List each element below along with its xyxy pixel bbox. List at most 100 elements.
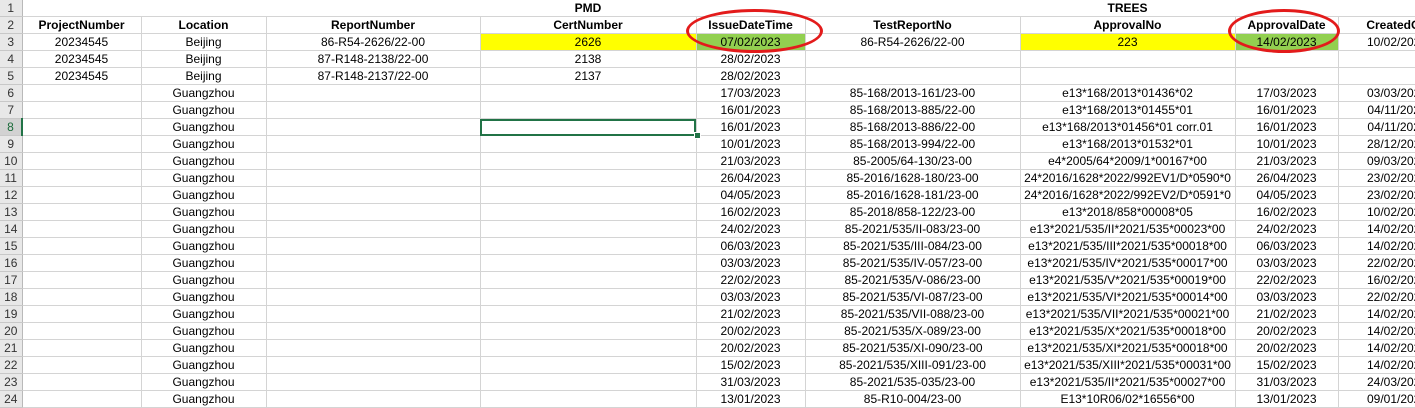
cell[interactable]: 14/02/2023: [1338, 356, 1415, 374]
cell[interactable]: [141, 0, 266, 17]
cell[interactable]: Guangzhou: [141, 356, 267, 374]
cell[interactable]: Guangzhou: [141, 203, 267, 221]
cell[interactable]: [266, 305, 481, 323]
row-header[interactable]: 14: [0, 220, 23, 238]
cell[interactable]: E13*10R06/02*16556*00: [1020, 390, 1236, 408]
cell[interactable]: [266, 271, 481, 289]
cell[interactable]: [805, 67, 1021, 85]
header-report-number[interactable]: ReportNumber: [266, 16, 481, 34]
cell[interactable]: [266, 152, 481, 170]
cell[interactable]: 20/02/2023: [1235, 339, 1339, 357]
row-header[interactable]: 16: [0, 254, 23, 272]
cell[interactable]: 06/03/2023: [1235, 237, 1339, 255]
cell[interactable]: [22, 271, 142, 289]
row-header[interactable]: 8: [0, 118, 23, 136]
cell[interactable]: e13*168/2013*01436*02: [1020, 84, 1236, 102]
cell[interactable]: [1235, 50, 1339, 68]
cell[interactable]: 15/02/2023: [696, 356, 806, 374]
cell[interactable]: [480, 203, 697, 221]
row-header[interactable]: 17: [0, 271, 23, 289]
cell[interactable]: Guangzhou: [141, 288, 267, 306]
row-header[interactable]: 10: [0, 152, 23, 170]
cell[interactable]: 85-168/2013-994/22-00: [805, 135, 1021, 153]
cell[interactable]: e13*2021/535/VI*2021/535*00014*00: [1020, 288, 1236, 306]
cell[interactable]: 26/04/2023: [1235, 169, 1339, 187]
cell[interactable]: e13*2021/535/VII*2021/535*00021*00: [1020, 305, 1236, 323]
cell[interactable]: 223: [1020, 33, 1236, 51]
cell[interactable]: [22, 237, 142, 255]
cell[interactable]: 24/02/2023: [696, 220, 806, 238]
cell[interactable]: 85-2021/535/VII-088/23-00: [805, 305, 1021, 323]
cell[interactable]: 87-R148-2138/22-00: [266, 50, 481, 68]
cell[interactable]: 21/03/2023: [696, 152, 806, 170]
cell[interactable]: 16/02/2023: [1235, 203, 1339, 221]
row-header[interactable]: 11: [0, 169, 23, 187]
row-header[interactable]: 5: [0, 67, 23, 85]
cell[interactable]: [266, 0, 480, 17]
cell[interactable]: 09/01/2023: [1338, 390, 1415, 408]
row-header[interactable]: 13: [0, 203, 23, 221]
row-header[interactable]: 22: [0, 356, 23, 374]
cell[interactable]: 10/01/2023: [1235, 135, 1339, 153]
cell[interactable]: [1020, 50, 1236, 68]
cell[interactable]: [266, 356, 481, 374]
cell[interactable]: 2138: [480, 50, 697, 68]
cell[interactable]: Beijing: [141, 67, 267, 85]
row-header[interactable]: 21: [0, 339, 23, 357]
cell[interactable]: [480, 373, 697, 391]
cell[interactable]: 20/02/2023: [696, 322, 806, 340]
cell[interactable]: 03/03/2023: [696, 254, 806, 272]
cell[interactable]: 17/03/2023: [1235, 84, 1339, 102]
cell[interactable]: [266, 186, 481, 204]
cell[interactable]: 85-2021/535/IV-057/23-00: [805, 254, 1021, 272]
cell[interactable]: 20234545: [22, 50, 142, 68]
cell[interactable]: 24/02/2023: [1235, 220, 1339, 238]
cell[interactable]: Guangzhou: [141, 390, 267, 408]
cell[interactable]: [22, 169, 142, 187]
row-header[interactable]: 6: [0, 84, 23, 102]
cell[interactable]: e13*2021/535/V*2021/535*00019*00: [1020, 271, 1236, 289]
cell[interactable]: 23/02/2023: [1338, 186, 1415, 204]
cell[interactable]: 13/01/2023: [696, 390, 806, 408]
cell[interactable]: e13*2021/535/II*2021/535*00023*00: [1020, 220, 1236, 238]
cell[interactable]: e4*2005/64*2009/1*00167*00: [1020, 152, 1236, 170]
cell[interactable]: Guangzhou: [141, 305, 267, 323]
cell[interactable]: [266, 322, 481, 340]
cell[interactable]: e13*168/2013*01456*01 corr.01: [1020, 118, 1236, 136]
cell[interactable]: 85-2021/535-035/23-00: [805, 373, 1021, 391]
cell[interactable]: [480, 101, 697, 119]
cell[interactable]: [266, 339, 481, 357]
cell[interactable]: Beijing: [141, 50, 267, 68]
cell[interactable]: 85-2016/1628-180/23-00: [805, 169, 1021, 187]
cell[interactable]: Guangzhou: [141, 254, 267, 272]
group-title-pmd[interactable]: PMD: [480, 0, 696, 17]
cell[interactable]: 16/01/2023: [1235, 118, 1339, 136]
row-header[interactable]: 15: [0, 237, 23, 255]
cell[interactable]: [22, 152, 142, 170]
cell[interactable]: 16/02/2023: [696, 203, 806, 221]
cell[interactable]: 87-R148-2137/22-00: [266, 67, 481, 85]
cell[interactable]: [22, 135, 142, 153]
cell[interactable]: 03/03/2023: [1338, 84, 1415, 102]
cell[interactable]: 20234545: [22, 67, 142, 85]
cell[interactable]: 26/04/2023: [696, 169, 806, 187]
cell[interactable]: Guangzhou: [141, 152, 267, 170]
cell[interactable]: Guangzhou: [141, 186, 267, 204]
cell[interactable]: [1338, 67, 1415, 85]
cell[interactable]: 85-R10-004/23-00: [805, 390, 1021, 408]
cell[interactable]: [266, 84, 481, 102]
cell[interactable]: 24/03/2023: [1338, 373, 1415, 391]
cell[interactable]: [266, 373, 481, 391]
cell[interactable]: 85-2021/535/II-083/23-00: [805, 220, 1021, 238]
cell[interactable]: [22, 186, 142, 204]
spreadsheet-grid[interactable]: 1 PMD TREES 2 ProjectNumber Location Rep…: [0, 0, 1415, 408]
cell[interactable]: 85-2021/535/XIII-091/23-00: [805, 356, 1021, 374]
cell[interactable]: 20234545: [22, 33, 142, 51]
cell[interactable]: e13*2021/535/X*2021/535*00018*00: [1020, 322, 1236, 340]
header-test-report-no[interactable]: TestReportNo: [805, 16, 1021, 34]
cell[interactable]: 23/02/2023: [1338, 169, 1415, 187]
header-cert-number[interactable]: CertNumber: [480, 16, 697, 34]
cell[interactable]: [22, 322, 142, 340]
header-location[interactable]: Location: [141, 16, 267, 34]
cell[interactable]: 10/01/2023: [696, 135, 806, 153]
